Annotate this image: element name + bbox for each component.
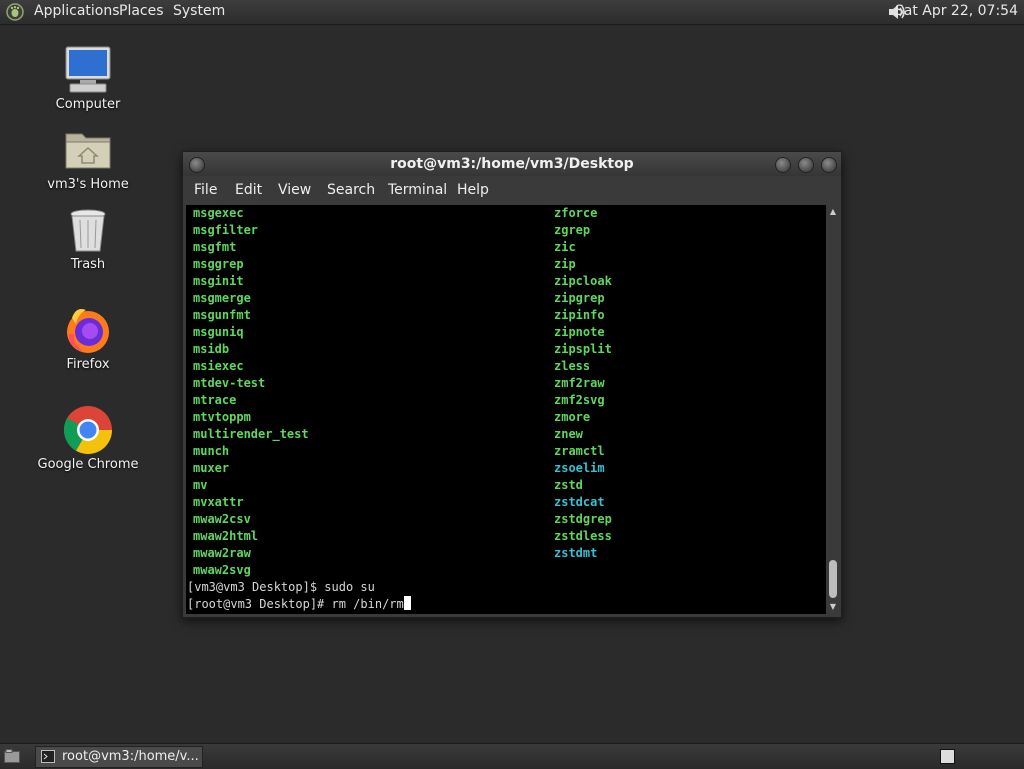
output-right-item: zipnote: [554, 325, 605, 339]
show-desktop-icon[interactable]: [4, 749, 20, 763]
output-right-item: zstdless: [554, 529, 612, 543]
output-left-item: msgunfmt: [193, 308, 251, 322]
taskbar-terminal-button[interactable]: root@vm3:/home/v...: [35, 746, 203, 768]
output-left-item: mtdev-test: [193, 376, 266, 390]
command-line: [vm3@vm3 Desktop]$ sudo su: [187, 579, 375, 596]
desktop-icon-chrome[interactable]: Google Chrome: [33, 404, 143, 472]
desktop-icon-home[interactable]: vm3's Home: [33, 124, 143, 192]
foot-menu-icon[interactable]: [6, 3, 24, 21]
output-left-item: mwaw2raw: [193, 546, 251, 560]
output-right-item: zipcloak: [554, 274, 612, 288]
scroll-thumb[interactable]: [829, 560, 837, 598]
desktop-icon-label: Firefox: [66, 357, 110, 372]
home-folder-icon: [65, 133, 111, 169]
workspace-switcher[interactable]: [940, 749, 955, 764]
desktop-icon-label: vm3's Home: [47, 177, 129, 192]
prompt-text: [vm3@vm3 Desktop]$ sudo su: [187, 580, 375, 594]
output-left-item: msidb: [193, 342, 230, 356]
output-right-item: zforce: [554, 206, 598, 220]
scrollbar[interactable]: ▲ ▼: [827, 205, 839, 614]
output-right-item: zgrep: [554, 223, 591, 237]
desktop-icon-label: Computer: [55, 97, 121, 112]
output-right-item: zipgrep: [554, 291, 605, 305]
output-right-item: zsoelim: [554, 461, 605, 475]
menu-terminal[interactable]: Terminal: [388, 182, 447, 198]
output-right-item: zmore: [554, 410, 591, 424]
menu-file[interactable]: File: [194, 182, 217, 198]
output-right-item: zipsplit: [554, 342, 612, 356]
prompt-text: [root@vm3 Desktop]# rm /bin/rm: [187, 597, 404, 611]
output-right-item: zstdmt: [554, 546, 598, 560]
output-right-item: zipinfo: [554, 308, 605, 322]
window-title: root@vm3:/home/vm3/Desktop: [390, 156, 634, 172]
computer-icon: [65, 46, 111, 93]
desktop-icon-label: Trash: [70, 257, 106, 272]
output-left-item: msgfilter: [193, 223, 259, 237]
desktop-icon-label: Google Chrome: [37, 457, 139, 472]
output-left-item: msiexec: [193, 359, 244, 373]
output-left-item: msgfmt: [193, 240, 237, 254]
terminal-icon: [41, 750, 55, 763]
trash-icon: [70, 209, 106, 252]
clock[interactable]: Sat Apr 22, 07:54: [895, 3, 1018, 19]
terminal-menubar: File Edit View Search Terminal Help: [183, 176, 841, 205]
output-right-item: zip: [554, 257, 576, 271]
text-cursor: [403, 596, 411, 610]
output-right-item: zstdgrep: [554, 512, 612, 526]
desktop-icon-trash[interactable]: Trash: [33, 204, 143, 272]
bottom-panel: root@vm3:/home/v...: [0, 743, 1024, 769]
menu-view[interactable]: View: [278, 182, 311, 198]
menu-edit[interactable]: Edit: [235, 182, 262, 198]
minimize-button[interactable]: [775, 157, 791, 173]
output-left-item: mwaw2csv: [193, 512, 251, 526]
taskbar-label: root@vm3:/home/v...: [62, 749, 199, 764]
output-left-item: mvxattr: [193, 495, 244, 509]
output-right-item: zstdcat: [554, 495, 605, 509]
output-left-item: munch: [193, 444, 230, 458]
firefox-icon: [67, 309, 109, 353]
output-left-item: mwaw2html: [193, 529, 259, 543]
menu-help[interactable]: Help: [457, 182, 489, 198]
output-left-item: muxer: [193, 461, 230, 475]
window-titlebar[interactable]: root@vm3:/home/vm3/Desktop: [183, 152, 841, 176]
output-left-item: msguniq: [193, 325, 244, 339]
command-line-current: [root@vm3 Desktop]# rm /bin/rm: [187, 596, 411, 613]
output-left-item: msgexec: [193, 206, 244, 220]
output-left-item: multirender_test: [193, 427, 309, 441]
chrome-icon: [63, 406, 112, 455]
output-right-item: zless: [554, 359, 591, 373]
output-left-item: mtvtoppm: [193, 410, 251, 424]
output-left-item: msggrep: [193, 257, 244, 271]
output-right-item: zstd: [554, 478, 583, 492]
menu-system[interactable]: System: [173, 3, 225, 19]
menu-search[interactable]: Search: [327, 182, 375, 198]
output-left-item: mv: [193, 478, 208, 492]
maximize-button[interactable]: [798, 157, 814, 173]
terminal-window[interactable]: root@vm3:/home/vm3/Desktop File Edit Vie…: [182, 151, 842, 618]
output-left-item: mtrace: [193, 393, 237, 407]
output-right-item: zic: [554, 240, 576, 254]
menu-places[interactable]: Places: [119, 3, 164, 19]
scroll-up-arrow-icon[interactable]: ▲: [828, 207, 838, 217]
output-left-item: msginit: [193, 274, 244, 288]
output-right-item: znew: [554, 427, 583, 441]
output-left-item: mwaw2svg: [193, 563, 251, 577]
scroll-down-arrow-icon[interactable]: ▼: [828, 602, 838, 612]
output-right-item: zramctl: [554, 444, 605, 458]
output-right-item: zmf2raw: [554, 376, 605, 390]
menu-applications[interactable]: Applications: [34, 3, 120, 19]
close-button[interactable]: [821, 157, 837, 173]
top-panel: Applications Places System Sat Apr 22, 0…: [0, 0, 1024, 25]
output-left-item: msgmerge: [193, 291, 251, 305]
terminal-screen[interactable]: msgexec msgfilter msgfmt msggrep msginit msgm…: [186, 205, 826, 614]
desktop-icon-computer[interactable]: Computer: [33, 44, 143, 112]
window-menu-button[interactable]: [189, 157, 205, 173]
desktop-icon-firefox[interactable]: Firefox: [33, 304, 143, 372]
output-right-item: zmf2svg: [554, 393, 605, 407]
